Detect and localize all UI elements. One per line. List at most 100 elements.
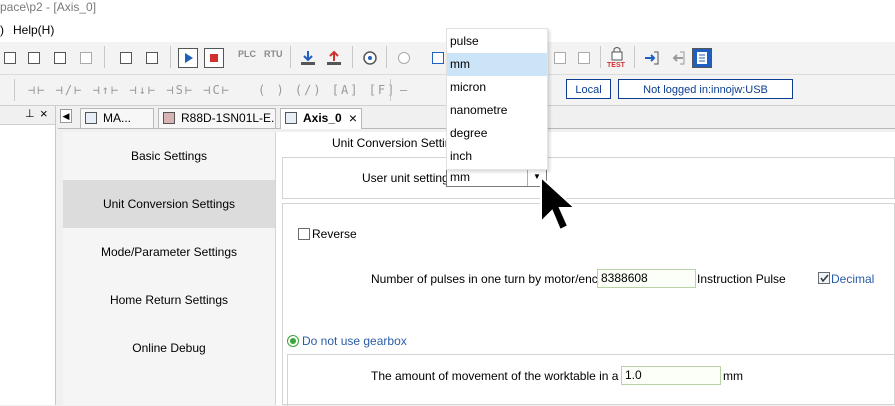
gearbox-radio[interactable] [287, 335, 299, 347]
menu-item-partial[interactable]: ) [0, 23, 4, 37]
toolbar-button[interactable] [76, 48, 96, 68]
tab-drive[interactable]: R88D-1SN01L-E... [158, 108, 276, 128]
edit-icon [432, 52, 444, 64]
nav-item-mode-parameter[interactable]: Mode/Parameter Settings [63, 228, 275, 276]
test-label: TEST [607, 62, 625, 69]
close-icon[interactable]: × [40, 106, 48, 121]
pulses-unit: Instruction Pulse [697, 272, 786, 286]
cascade-windows-icon [28, 52, 40, 64]
toolbar-divider [352, 46, 353, 68]
nav-item-home-return[interactable]: Home Return Settings [63, 276, 275, 324]
user-unit-select[interactable]: mm ▼ [446, 167, 547, 187]
tab-label: Axis_0 [303, 111, 342, 125]
dropdown-option-nanometre[interactable]: nanometre [447, 99, 547, 122]
tab-motion-axis[interactable]: MA... [80, 108, 154, 128]
download-button[interactable] [298, 48, 318, 68]
window-title: pace\p2 - [Axis_0] [0, 0, 97, 14]
toolbar-button[interactable] [550, 48, 570, 68]
nav-item-online-debug[interactable]: Online Debug [63, 324, 275, 372]
toolbar-button[interactable] [24, 48, 44, 68]
pulses-field[interactable]: 8388608 [597, 269, 696, 288]
toolbar-divider [386, 46, 387, 68]
test-button[interactable]: TEST [606, 44, 628, 72]
ladder-instruction-icons[interactable]: ⊣⊢ ⊣/⊢ ⊣↑⊢ ⊣↓⊢ ⊣S⊢ ⊣C⊢ [28, 81, 231, 99]
upload-button[interactable] [324, 48, 344, 68]
toolbar-divider [290, 46, 291, 68]
toolbar-divider [600, 46, 601, 68]
user-unit-group: User unit setting: mm ▼ [282, 157, 895, 199]
rtu-label: RTU [264, 49, 283, 59]
monitor-button[interactable] [360, 48, 380, 68]
movement-unit: mm [723, 369, 743, 383]
align-icon [554, 52, 566, 64]
save-icon [146, 52, 158, 64]
toolbar-button[interactable] [116, 48, 136, 68]
logout-button[interactable] [668, 48, 688, 68]
mouse-cursor-icon [540, 174, 578, 232]
toolbar-button[interactable] [574, 48, 594, 68]
reverse-label: Reverse [312, 227, 357, 241]
conversion-group: Reverse Number of pulses in one turn by … [282, 203, 895, 406]
split-icon [578, 52, 590, 64]
close-icon[interactable]: × [349, 109, 357, 128]
nav-item-unit-conversion[interactable]: Unit Conversion Settings [63, 180, 275, 228]
toolbar-divider [390, 79, 391, 101]
decimal-label: Decimal [831, 272, 875, 286]
toolbar-button[interactable] [50, 48, 70, 68]
title-bar: pace\p2 - [Axis_0] [0, 0, 895, 18]
plc-label: PLC [238, 49, 256, 59]
stop-button[interactable] [204, 48, 224, 68]
plc-button[interactable]: PLC [236, 48, 256, 68]
toolbar-divider [104, 46, 105, 68]
pin-icon[interactable]: ⊥ [25, 107, 35, 120]
decimal-checkbox[interactable] [818, 272, 830, 284]
play-icon [185, 53, 193, 63]
dropdown-option-micron[interactable]: micron [447, 76, 547, 99]
horizontal-line-icon[interactable]: — [400, 81, 407, 99]
settings-nav: Basic Settings Unit Conversion Settings … [63, 132, 276, 405]
toolbar-divider [634, 46, 635, 68]
window-icon [4, 52, 16, 64]
tab-scroll-left-icon[interactable]: ◀ [60, 109, 72, 123]
dropdown-option-inch[interactable]: inch [447, 145, 547, 168]
stop-icon [210, 54, 218, 62]
menu-item-help[interactable]: Help(H) [13, 23, 54, 37]
toolbar-button[interactable] [142, 48, 162, 68]
monitor-icon [363, 51, 377, 65]
toolbar-divider [14, 79, 15, 101]
radio-dot-icon [290, 338, 296, 344]
motion-icon [85, 112, 97, 124]
dropdown-option-pulse[interactable]: pulse [447, 30, 547, 53]
gearbox-label: Do not use gearbox [302, 334, 407, 348]
ladder-coil-icons[interactable]: ( ) (/) [A] [F] [258, 81, 396, 99]
document-icon [120, 52, 132, 64]
grid-icon [697, 52, 707, 64]
rtu-button[interactable]: RTU [262, 48, 283, 68]
gearbox-subgroup: The amount of movement of the worktable … [287, 354, 895, 406]
user-unit-label: User unit setting: [362, 171, 453, 185]
tab-axis[interactable]: Axis_0 × [280, 108, 362, 129]
run-button[interactable] [178, 48, 198, 68]
edit-button[interactable] [428, 48, 448, 68]
check-icon [820, 274, 829, 283]
toolbar-button[interactable] [0, 48, 20, 68]
pulses-label: Number of pulses in one turn by motor/en… [371, 272, 626, 286]
project-tree-pane [0, 106, 56, 405]
dropdown-option-mm[interactable]: mm [447, 53, 547, 76]
project-button[interactable] [692, 48, 712, 68]
dropdown-option-degree[interactable]: degree [447, 122, 547, 145]
user-unit-dropdown: pulse mm micron nanometre degree inch [446, 28, 548, 170]
user-unit-value: mm [450, 170, 470, 184]
download-icon [301, 51, 315, 65]
login-status: Not logged in:innojw:USB [618, 79, 793, 99]
login-button[interactable] [642, 48, 662, 68]
reverse-checkbox[interactable] [298, 228, 310, 240]
movement-field[interactable]: 1.0 [621, 366, 721, 385]
axis-icon [285, 112, 297, 124]
trace-button[interactable] [394, 48, 414, 68]
tab-label: MA... [103, 111, 132, 125]
nav-item-basic-settings[interactable]: Basic Settings [63, 132, 275, 180]
logout-icon [672, 51, 685, 65]
login-icon [645, 51, 659, 65]
trace-icon [398, 52, 410, 64]
